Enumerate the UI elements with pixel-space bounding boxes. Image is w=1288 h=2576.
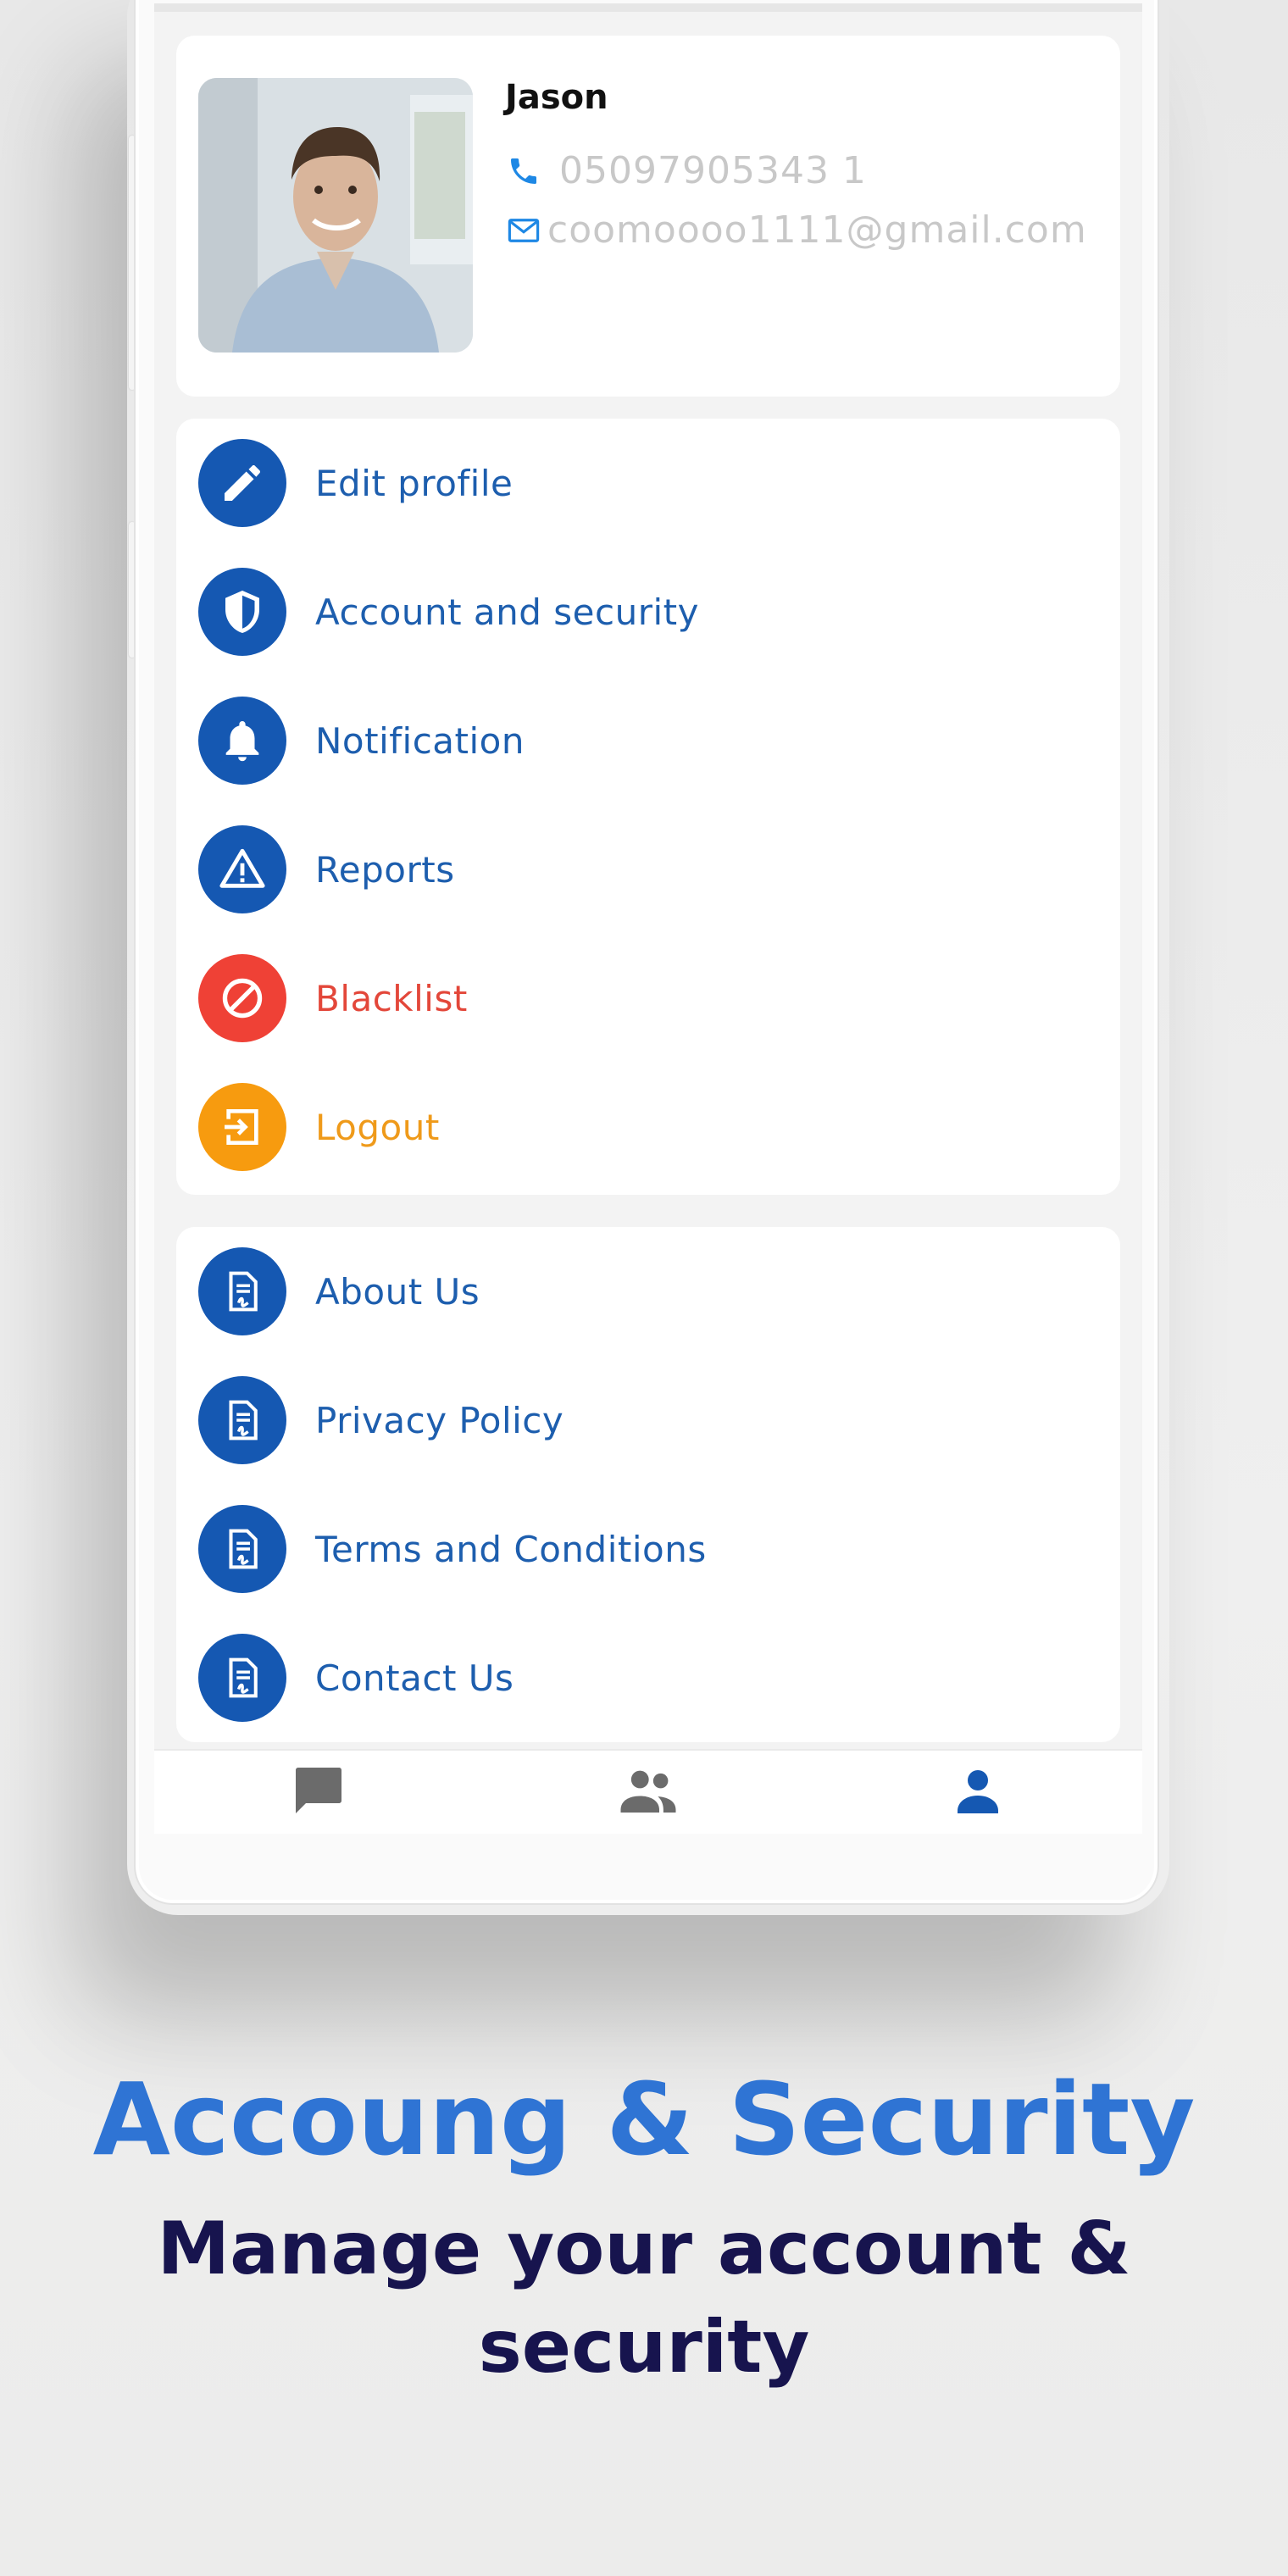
- profile-name: Jason: [505, 78, 608, 117]
- menu-item-reports[interactable]: Reports: [198, 825, 455, 913]
- menu-item-blacklist[interactable]: Blacklist: [198, 954, 468, 1042]
- menu-label: Privacy Policy: [315, 1399, 564, 1441]
- document-icon: [198, 1376, 286, 1464]
- top-strip: [154, 3, 1142, 12]
- phone-number: 05097905343 1: [559, 149, 867, 192]
- menu-label: Terms and Conditions: [315, 1528, 707, 1570]
- tab-contacts[interactable]: [597, 1750, 699, 1835]
- info-menu: About Us Privacy Policy Terms and Condit…: [176, 1227, 1120, 1742]
- people-icon: [615, 1757, 681, 1827]
- menu-item-logout[interactable]: Logout: [198, 1083, 440, 1171]
- chat-icon: [288, 1760, 349, 1824]
- email-address: coomoooo1111@gmail.com: [547, 208, 1087, 252]
- menu-label: Edit profile: [315, 462, 514, 504]
- person-icon: [947, 1760, 1008, 1824]
- phone-icon: [505, 153, 542, 190]
- menu-item-about-us[interactable]: About Us: [198, 1247, 480, 1335]
- tab-chats[interactable]: [268, 1750, 369, 1835]
- mail-icon: [505, 212, 542, 249]
- menu-item-contact-us[interactable]: Contact Us: [198, 1634, 514, 1722]
- bottom-tab-bar: [154, 1749, 1142, 1834]
- logout-icon: [198, 1083, 286, 1171]
- menu-label: Account and security: [315, 591, 699, 633]
- block-icon: [198, 954, 286, 1042]
- phone-side-button: [129, 522, 136, 658]
- document-icon: [198, 1505, 286, 1593]
- menu-item-notification[interactable]: Notification: [198, 697, 525, 785]
- bell-icon: [198, 697, 286, 785]
- menu-item-privacy-policy[interactable]: Privacy Policy: [198, 1376, 564, 1464]
- phone-row: 05097905343 1: [505, 149, 867, 192]
- menu-item-edit-profile[interactable]: Edit profile: [198, 439, 513, 527]
- menu-label: Logout: [315, 1106, 440, 1148]
- document-icon: [198, 1634, 286, 1722]
- menu-label: About Us: [315, 1270, 480, 1313]
- menu-label: Notification: [315, 719, 525, 762]
- menu-item-terms[interactable]: Terms and Conditions: [198, 1505, 707, 1593]
- menu-item-account-security[interactable]: Account and security: [198, 568, 699, 656]
- pencil-icon: [198, 439, 286, 527]
- profile-card: Jason 05097905343 1 coomoooo1111@gmail.c…: [176, 36, 1120, 397]
- menu-label: Blacklist: [315, 977, 468, 1019]
- menu-label: Contact Us: [315, 1657, 514, 1699]
- promo-headline: Accoung & Security: [92, 2061, 1196, 2178]
- menu-label: Reports: [315, 848, 455, 891]
- email-row: coomoooo1111@gmail.com: [505, 208, 1087, 252]
- phone-side-button: [129, 136, 136, 390]
- avatar: [198, 78, 473, 353]
- profile-screen: Jason 05097905343 1 coomoooo1111@gmail.c…: [154, 3, 1142, 1834]
- tab-profile[interactable]: [927, 1750, 1029, 1835]
- document-icon: [198, 1247, 286, 1335]
- phone-frame: Jason 05097905343 1 coomoooo1111@gmail.c…: [136, 0, 1158, 1903]
- warning-icon: [198, 825, 286, 913]
- settings-menu: Edit profile Account and security Notifi…: [176, 419, 1120, 1195]
- shield-icon: [198, 568, 286, 656]
- promo-subhead: Manage your account & security: [157, 2207, 1131, 2390]
